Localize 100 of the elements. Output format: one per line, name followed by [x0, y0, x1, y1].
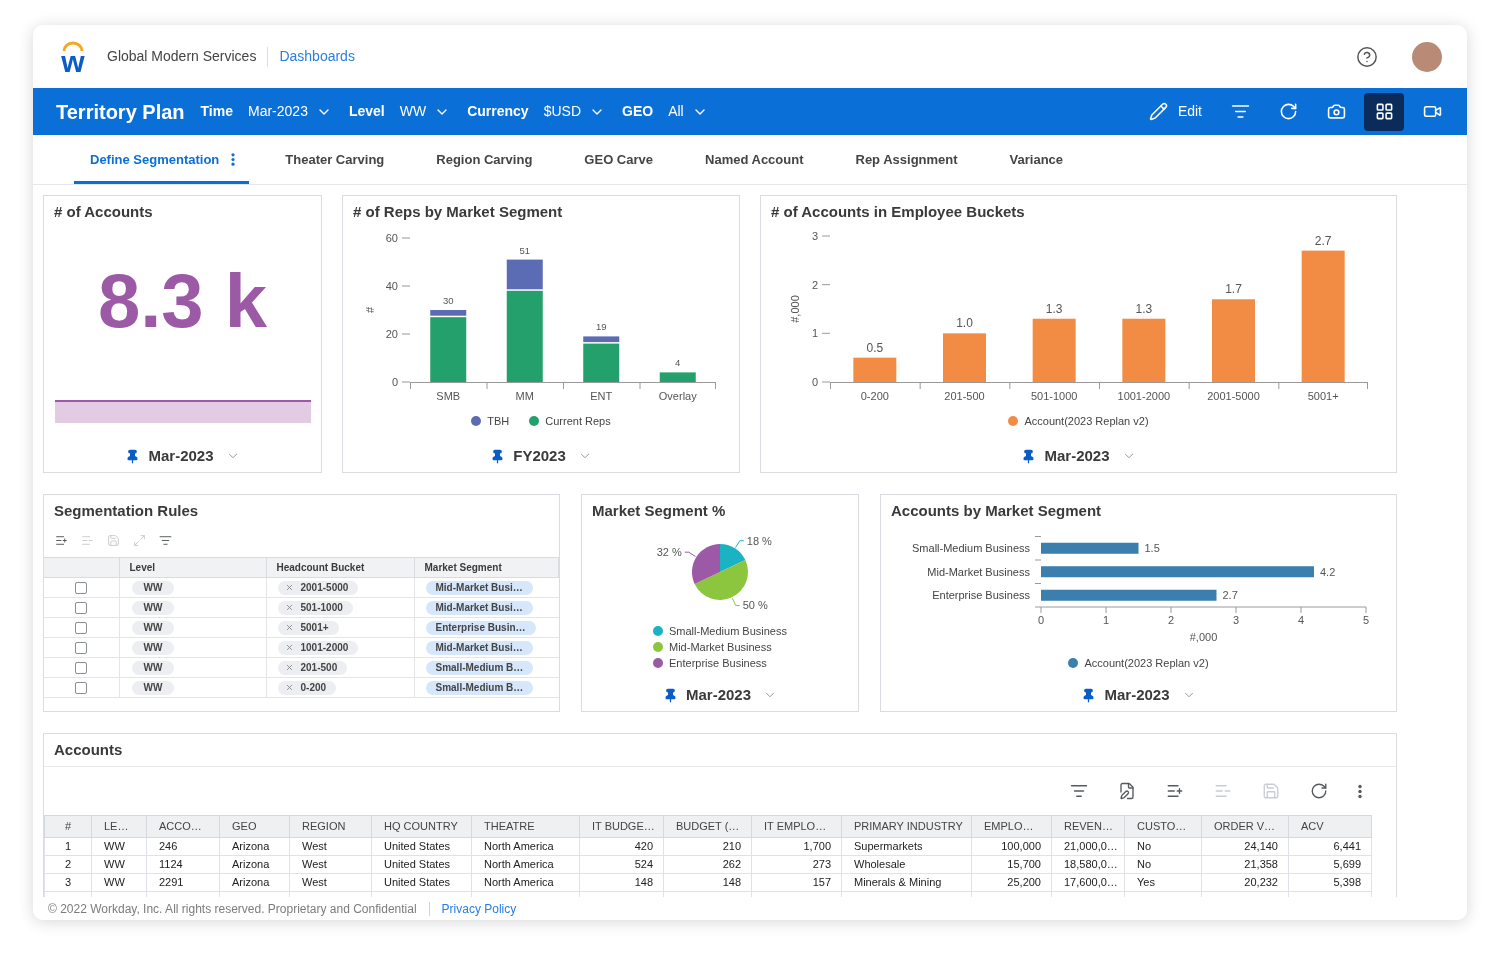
table-cell: 6,441	[1288, 837, 1372, 856]
table-cell: Minerals & Mining	[841, 873, 972, 892]
edit-button[interactable]: Edit	[1138, 92, 1212, 131]
bar	[659, 372, 696, 382]
avatar[interactable]	[1412, 41, 1442, 72]
value-label: 0.5	[866, 340, 884, 355]
tab[interactable]: Region Carving	[420, 135, 549, 184]
period-dropdown[interactable]: Mar-2023	[658, 683, 781, 707]
checkbox[interactable]	[75, 681, 88, 694]
remove-icon[interactable]	[284, 583, 294, 592]
category-label: Overlay	[658, 390, 697, 402]
level-token: WW	[131, 620, 175, 635]
bar	[853, 357, 897, 382]
table-cell: 18,580,0…	[1051, 855, 1125, 874]
filter-dropdown[interactable]: All	[668, 101, 708, 122]
bar	[1122, 318, 1166, 382]
column-header: Level	[119, 557, 266, 578]
category-label: ENT	[590, 390, 613, 402]
headcount-token[interactable]: 5001+	[277, 620, 339, 635]
column-header: ORDER V…	[1201, 815, 1289, 838]
legend-label: Account(2023 Replan v2)	[1084, 655, 1209, 671]
list-plus-icon[interactable]	[1166, 782, 1184, 800]
headcount-token[interactable]: 0-200	[277, 680, 337, 695]
table-cell: 1	[44, 837, 92, 856]
card-title: Market Segment %	[591, 501, 727, 521]
axis-tick-label: 40	[385, 280, 398, 292]
help-icon[interactable]	[1356, 45, 1378, 68]
value-label: 1.7	[1225, 282, 1242, 297]
period-dropdown[interactable]: Mar-2023	[1077, 683, 1200, 707]
refresh-icon[interactable]	[1310, 782, 1328, 800]
filter-icon[interactable]	[159, 533, 172, 547]
table-cell: 25,200	[971, 873, 1052, 892]
legend-label: Account(2023 Replan v2)	[1024, 413, 1149, 429]
table-cell: North America	[471, 837, 580, 856]
card-title: Accounts by Market Segment	[890, 501, 1103, 521]
column-header: #	[44, 815, 92, 838]
list-plus-icon[interactable]	[55, 533, 68, 547]
legend-label: TBH	[487, 413, 510, 429]
category-label: 1001-2000	[1117, 390, 1171, 402]
category-label: Mid-Market Business	[927, 565, 1030, 578]
tab[interactable]: Variance	[993, 135, 1080, 184]
axis-tick-label: 3	[811, 230, 818, 242]
table-cell: United States	[371, 855, 472, 874]
pin-icon	[490, 448, 506, 464]
value-label: 30	[442, 295, 454, 306]
more-icon[interactable]	[1358, 783, 1362, 799]
tab[interactable]: Rep Assignment	[839, 135, 974, 184]
privacy-policy-link[interactable]: Privacy Policy	[441, 899, 517, 918]
column-header: LE…	[91, 815, 147, 838]
headcount-token[interactable]: 201-500	[277, 660, 348, 675]
leader-line	[731, 597, 741, 606]
table-cell: No	[1124, 855, 1202, 874]
filter-dropdown[interactable]: WW	[399, 101, 451, 122]
remove-icon[interactable]	[284, 623, 294, 632]
file-pen-icon[interactable]	[1118, 782, 1136, 800]
level-token: WW	[131, 640, 175, 655]
value-label: 1.0	[956, 316, 973, 331]
checkbox[interactable]	[75, 601, 88, 614]
axis-title: #	[364, 306, 376, 314]
table-cell: WW	[91, 837, 147, 856]
period-dropdown[interactable]: Mar-2023	[121, 444, 244, 468]
leader-line	[684, 551, 696, 557]
headcount-value: 1001-2000	[300, 642, 349, 653]
checkbox[interactable]	[75, 641, 88, 654]
axis-tick-label: 2	[1167, 614, 1175, 626]
filter-label: Time	[200, 102, 233, 121]
checkbox[interactable]	[75, 581, 88, 594]
pin-icon	[1081, 687, 1097, 703]
filter-dropdown[interactable]: $USD	[543, 101, 605, 122]
axis-tick-label: 2	[811, 278, 818, 291]
category-label: Small-Medium Business	[912, 542, 1030, 555]
column-header: BUDGET (…	[663, 815, 752, 838]
category-label: SMB	[436, 390, 461, 402]
tab[interactable]: Theater Carving	[269, 135, 401, 184]
headcount-token[interactable]: 2001-5000	[277, 580, 359, 595]
checkbox[interactable]	[75, 621, 88, 634]
remove-icon[interactable]	[284, 643, 294, 652]
period-dropdown[interactable]: Mar-2023	[1017, 444, 1140, 468]
level-token: WW	[131, 680, 175, 695]
dashboards-link[interactable]: Dashboards	[279, 46, 355, 67]
remove-icon[interactable]	[284, 683, 294, 692]
period-dropdown[interactable]: FY2023	[486, 444, 596, 468]
remove-icon[interactable]	[284, 663, 294, 672]
headcount-token[interactable]: 501-1000	[277, 600, 353, 615]
headcount-token[interactable]: 1001-2000	[277, 640, 359, 655]
filter-icon[interactable]	[1070, 782, 1088, 800]
tab[interactable]: Define Segmentation	[74, 135, 250, 184]
grid-view-button[interactable]	[1364, 92, 1404, 131]
table-cell: United States	[371, 873, 472, 892]
filter-dropdown[interactable]: Mar-2023	[248, 101, 332, 122]
tab[interactable]: GEO Carve	[568, 135, 669, 184]
table-cell: 17,600,0…	[1051, 873, 1125, 892]
table-cell: Arizona	[219, 837, 290, 856]
table-cell: West	[289, 855, 372, 874]
refresh-icon	[1278, 102, 1298, 121]
tab[interactable]: Named Account	[689, 135, 820, 184]
column-header: PRIMARY INDUSTRY	[841, 815, 972, 838]
remove-icon[interactable]	[284, 603, 294, 612]
checkbox[interactable]	[75, 661, 88, 674]
table-cell: 148	[663, 873, 752, 892]
